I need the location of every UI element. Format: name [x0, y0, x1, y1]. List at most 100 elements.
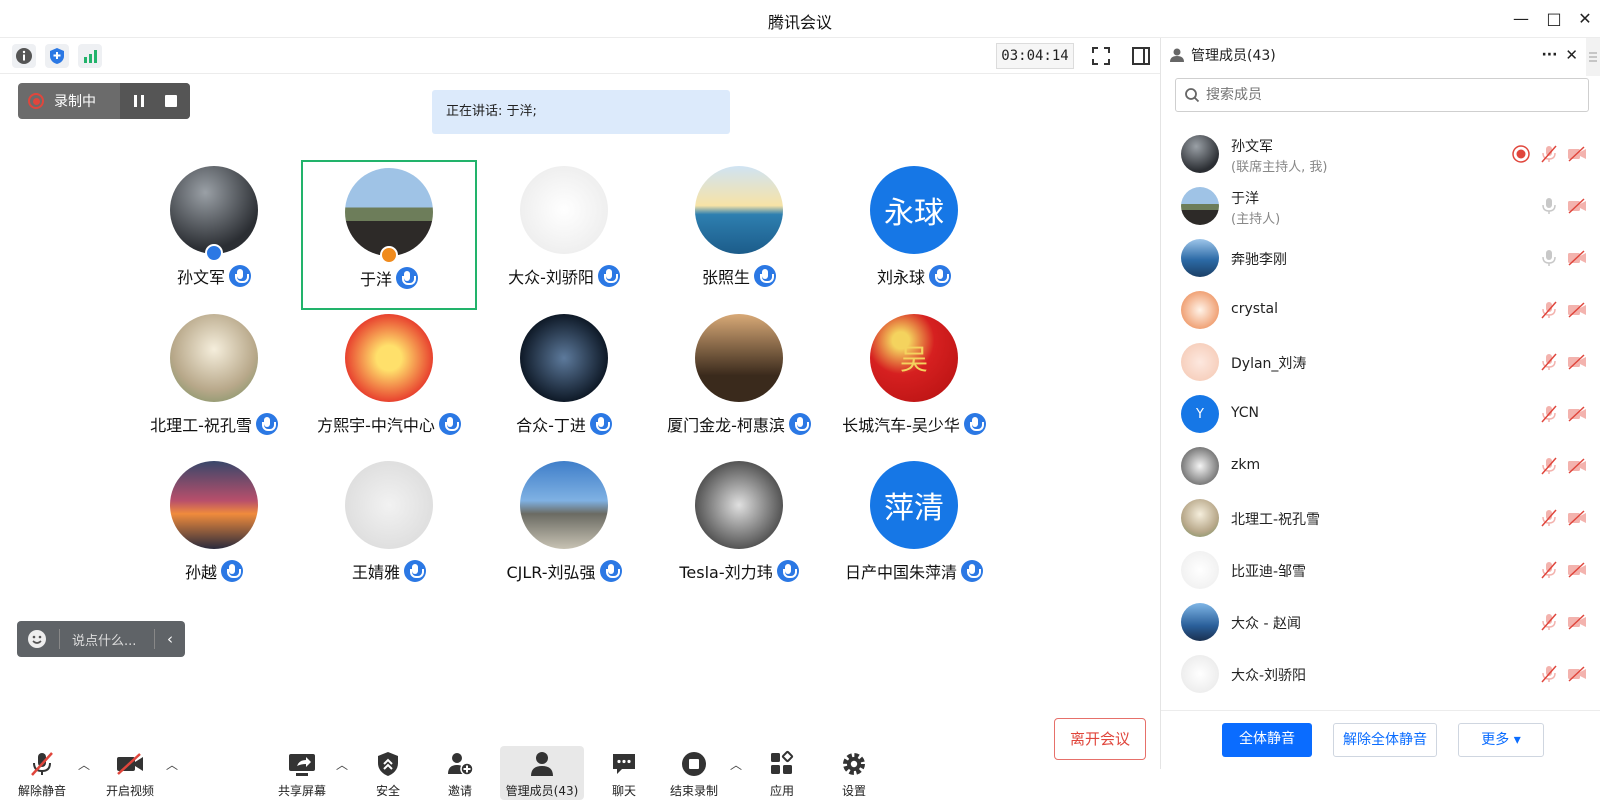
participant-tile[interactable]: 萍清 日产中国朱萍清 — [826, 455, 1002, 605]
mic-muted-icon[interactable] — [1539, 352, 1559, 372]
camera-off-icon[interactable] — [1567, 144, 1587, 164]
camera-off-icon[interactable] — [1567, 612, 1587, 632]
unmute-button[interactable]: 解除静音 — [2, 748, 82, 799]
end-recording-button[interactable]: 结束录制 — [654, 748, 734, 799]
participant-tile[interactable]: 王婧雅 — [301, 455, 477, 605]
settings-button[interactable]: 设置 — [814, 748, 894, 799]
mic-muted-icon[interactable] — [1539, 144, 1559, 164]
member-row[interactable]: 于洋 (主持人) — [1161, 180, 1600, 232]
more-button[interactable]: 更多 ▾ — [1458, 723, 1544, 757]
fullscreen-icon[interactable] — [1088, 43, 1114, 69]
participant-tile[interactable]: 厦门金龙-柯惠滨 — [651, 308, 827, 458]
camera-off-icon[interactable] — [1567, 456, 1587, 476]
more-options-icon[interactable]: ··· — [1541, 47, 1557, 63]
member-name: 奔驰李刚 — [1231, 252, 1287, 268]
member-role: (主持人) — [1231, 212, 1281, 227]
manage-members-button[interactable]: 管理成员(43) — [500, 746, 584, 800]
mic-muted-icon[interactable] — [1539, 404, 1559, 424]
minimize-button[interactable]: — — [1508, 6, 1534, 32]
mute-all-button[interactable]: 全体静音 — [1222, 723, 1312, 757]
participant-tile[interactable]: 大众-刘骄阳 — [476, 160, 652, 310]
participant-avatar: 吴 — [870, 314, 958, 402]
mic-muted-icon[interactable] — [1539, 664, 1559, 684]
end-recording-label: 结束录制 — [669, 784, 718, 798]
camera-off-icon[interactable] — [1567, 196, 1587, 216]
leave-meeting-button[interactable]: 离开会议 — [1054, 718, 1146, 760]
camera-off-icon[interactable] — [1567, 560, 1587, 580]
camera-off-icon[interactable] — [1567, 352, 1587, 372]
mic-icon[interactable] — [1539, 248, 1559, 268]
panel-menu-icon[interactable] — [1586, 38, 1600, 76]
member-row[interactable]: 比亚迪-邹雪 — [1161, 544, 1600, 596]
search-input[interactable] — [1206, 87, 1566, 103]
stop-record-icon — [654, 748, 734, 780]
video-options-chevron-icon[interactable]: ︿ — [166, 756, 178, 773]
info-icon[interactable] — [12, 44, 36, 68]
participant-name-text: 刘永球 — [876, 268, 925, 287]
security-button[interactable]: 安全 — [348, 748, 428, 799]
mic-icon[interactable] — [1539, 196, 1559, 216]
chat-quick-input[interactable]: 说点什么... ‹ — [17, 621, 185, 657]
member-row[interactable]: 孙文军 (联席主持人, 我) — [1161, 128, 1600, 180]
member-avatar — [1181, 655, 1219, 693]
invite-button[interactable]: 邀请 — [420, 748, 500, 799]
participant-tile[interactable]: Tesla-刘力玮 — [651, 455, 827, 605]
record-options-chevron-icon[interactable]: ︿ — [730, 756, 742, 773]
close-window-button[interactable]: ✕ — [1572, 6, 1598, 32]
participant-tile[interactable]: 合众-丁进 — [476, 308, 652, 458]
participant-tile[interactable]: 孙越 — [126, 455, 302, 605]
mic-muted-icon[interactable] — [1539, 508, 1559, 528]
unmute-all-button[interactable]: 解除全体静音 — [1333, 723, 1437, 757]
member-search[interactable] — [1175, 78, 1589, 112]
mic-muted-icon[interactable] — [1539, 612, 1559, 632]
participant-name-text: 日产中国朱萍清 — [844, 563, 957, 582]
member-row[interactable]: Y YCN — [1161, 388, 1600, 440]
participant-name-text: 长城汽车-吴少华 — [842, 416, 960, 435]
participant-tile[interactable]: 张照生 — [651, 160, 827, 310]
member-row[interactable]: 大众-刘骄阳 — [1161, 648, 1600, 700]
share-screen-button[interactable]: 共享屏幕 — [262, 748, 342, 799]
member-row[interactable]: 大众 - 赵闻 — [1161, 596, 1600, 648]
maximize-button[interactable]: □ — [1541, 6, 1567, 32]
camera-off-icon[interactable] — [1567, 248, 1587, 268]
emoji-icon[interactable] — [27, 629, 47, 649]
share-options-chevron-icon[interactable]: ︿ — [336, 756, 348, 773]
mic-icon — [963, 413, 986, 435]
stop-recording-icon[interactable] — [164, 94, 178, 108]
toggle-sidebar-icon[interactable] — [1128, 43, 1154, 69]
close-panel-icon[interactable]: ✕ — [1565, 46, 1578, 64]
mic-muted-icon[interactable] — [1539, 456, 1559, 476]
member-avatar — [1181, 291, 1219, 329]
participant-tile[interactable]: 北理工-祝孔雪 — [126, 308, 302, 458]
participant-tile[interactable]: 吴长城汽车-吴少华 — [826, 308, 1002, 458]
share-screen-icon — [262, 748, 342, 780]
mic-icon — [754, 265, 776, 287]
camera-off-icon[interactable] — [1567, 404, 1587, 424]
participant-tile[interactable]: 方熙宇-中汽中心 — [301, 308, 477, 458]
participant-tile[interactable]: 永球 刘永球 — [826, 160, 1002, 310]
camera-off-icon[interactable] — [1567, 300, 1587, 320]
member-row[interactable]: zkm — [1161, 440, 1600, 492]
audio-options-chevron-icon[interactable]: ︿ — [78, 756, 90, 773]
camera-off-icon[interactable] — [1567, 508, 1587, 528]
participant-tile[interactable]: 孙文军 — [126, 160, 302, 310]
chat-bubble-icon — [584, 748, 664, 780]
member-avatar — [1181, 239, 1219, 277]
member-row[interactable]: 北理工-祝孔雪 — [1161, 492, 1600, 544]
apps-button[interactable]: 应用 — [742, 748, 822, 799]
member-row[interactable]: Dylan_刘涛 — [1161, 336, 1600, 388]
camera-off-icon[interactable] — [1567, 664, 1587, 684]
mic-muted-icon[interactable] — [1539, 560, 1559, 580]
security-shield-icon[interactable] — [45, 44, 69, 68]
start-video-button[interactable]: 开启视频 — [90, 748, 170, 799]
participant-tile[interactable]: CJLR-刘弘强 — [476, 455, 652, 605]
member-row[interactable]: crystal — [1161, 284, 1600, 336]
collapse-chevron-icon[interactable]: ‹ — [167, 630, 173, 648]
member-row[interactable]: 奔驰李刚 — [1161, 232, 1600, 284]
mic-muted-icon[interactable] — [1539, 300, 1559, 320]
signal-icon[interactable] — [78, 44, 102, 68]
shield-icon — [348, 748, 428, 780]
pause-recording-icon[interactable] — [132, 94, 146, 108]
participant-tile[interactable]: 于洋 — [301, 160, 477, 310]
chat-button[interactable]: 聊天 — [584, 748, 664, 799]
